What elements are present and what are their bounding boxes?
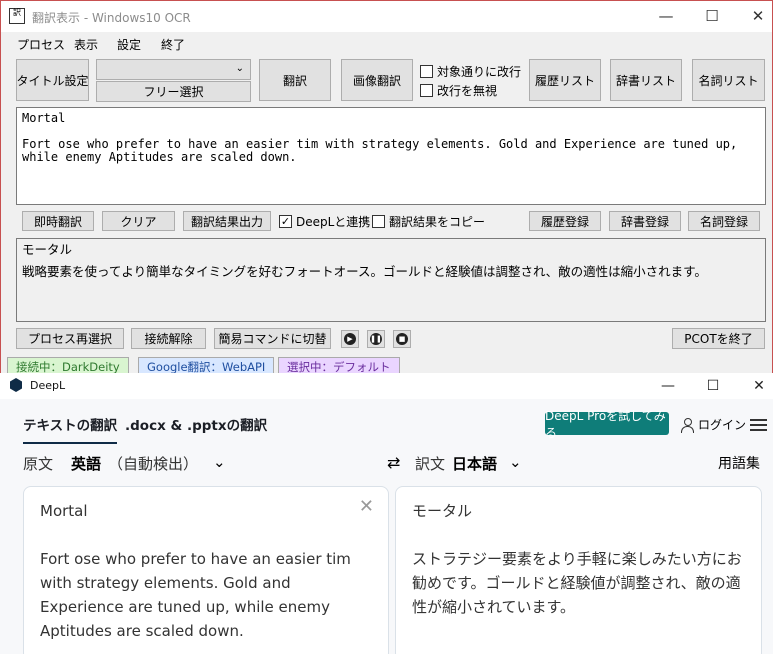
result-textbox[interactable]: モータル 戦略要素を使ってより簡単なタイミングを好むフォートオース。ゴールドと経…	[16, 238, 766, 322]
noun-register-button[interactable]: 名詞登録	[688, 211, 760, 231]
exit-pcot-button[interactable]: PCOTを終了	[672, 328, 765, 349]
target-lang-select[interactable]: 日本語	[452, 453, 497, 474]
simple-command-button[interactable]: 簡易コマンドに切替	[214, 328, 331, 349]
source-lang-prefix: 原文	[23, 455, 54, 473]
chevron-down-icon: ⌄	[235, 63, 244, 74]
status-connected: 接続中：DarkDeity	[7, 357, 129, 373]
deepl-link-label: DeepLと連携	[296, 215, 371, 229]
app-icon: 訳	[9, 8, 25, 24]
target-body: ストラテジー要素をより手軽に楽しみたい方にお勧めです。ゴールドと経験値が調整され…	[412, 550, 742, 616]
target-combo[interactable]: ⌄	[96, 59, 251, 80]
deepl-window-title: DeepL	[30, 379, 66, 392]
close-icon[interactable]: ✕	[736, 373, 773, 399]
play-icon: ▶	[344, 333, 356, 345]
tab-doc-translation[interactable]: .docx & .pptxの翻訳	[125, 414, 267, 434]
history-register-button[interactable]: 履歴登録	[529, 211, 601, 231]
source-title: Mortal	[40, 502, 88, 520]
title-setting-button[interactable]: タイトル設定	[16, 59, 89, 101]
noun-list-button[interactable]: 名詞リスト	[692, 59, 765, 101]
deepl-titlebar: DeepL — ☐ ✕	[0, 373, 773, 399]
user-icon	[680, 417, 694, 433]
menu-settings[interactable]: 設定	[117, 36, 141, 53]
minimize-icon[interactable]: —	[645, 373, 691, 399]
linebreak-label: 対象通りに改行	[437, 65, 522, 79]
translate-button[interactable]: 翻訳	[259, 59, 331, 101]
clear-icon[interactable]: ✕	[359, 495, 374, 519]
chevron-down-icon[interactable]: ⌄	[509, 453, 522, 471]
source-line-body: Fort ose who prefer to have an easier ti…	[22, 137, 745, 164]
menu-process[interactable]: プロセス	[17, 36, 65, 53]
checkbox-box	[372, 215, 385, 228]
maximize-icon[interactable]: ☐	[689, 1, 735, 32]
reselect-process-button[interactable]: プロセス再選択	[16, 328, 124, 349]
source-line-title: Mortal	[22, 111, 66, 125]
check-icon: ✓	[279, 215, 292, 228]
checkbox-box	[420, 65, 433, 78]
linebreak-checkbox[interactable]: 対象通りに改行	[420, 63, 521, 80]
disconnect-button[interactable]: 接続解除	[131, 328, 206, 349]
menu-icon[interactable]	[750, 419, 767, 431]
play-button[interactable]: ▶	[341, 330, 359, 348]
output-result-button[interactable]: 翻訳結果出力	[183, 211, 271, 231]
deepl-logo-icon	[10, 378, 22, 392]
ignore-linebreak-checkbox[interactable]: 改行を無視	[420, 82, 497, 99]
minimize-icon[interactable]: —	[643, 1, 689, 32]
image-translate-button[interactable]: 画像翻訳	[341, 59, 413, 101]
pause-button[interactable]: ❚❚	[367, 330, 385, 348]
source-panel[interactable]: ✕ Mortal Fort ose who prefer to have an …	[23, 486, 389, 654]
copy-result-checkbox[interactable]: 翻訳結果をコピー	[372, 213, 485, 230]
try-pro-button[interactable]: DeepL Proを試してみる	[545, 409, 669, 440]
menu-bar: プロセス 表示 設定 終了	[1, 32, 772, 54]
instant-translate-button[interactable]: 即時翻訳	[22, 211, 94, 231]
status-translator: Google翻訳：WebAPI	[138, 357, 275, 373]
free-select-button[interactable]: フリー選択	[96, 81, 251, 102]
menu-exit[interactable]: 終了	[161, 36, 185, 53]
dict-register-button[interactable]: 辞書登録	[609, 211, 681, 231]
swap-icon[interactable]: ⇄	[387, 453, 400, 472]
login-button[interactable]: ログイン	[680, 416, 746, 433]
source-lang-detect: （自動検出）	[108, 455, 199, 473]
clear-button[interactable]: クリア	[102, 211, 175, 231]
tab-text-translation[interactable]: テキストの翻訳	[23, 414, 118, 444]
ocr-window: 訳 翻訳表示 - Windows10 OCR — ☐ ✕ プロセス 表示 設定 …	[0, 0, 773, 373]
copy-result-label: 翻訳結果をコピー	[389, 215, 486, 229]
pause-icon: ❚❚	[370, 333, 382, 345]
checkbox-box	[420, 84, 433, 97]
result-line-title: モータル	[22, 242, 73, 257]
menu-view[interactable]: 表示	[74, 36, 98, 53]
target-lang-prefix: 訳文	[415, 455, 446, 473]
target-panel: モータル ストラテジー要素をより手軽に楽しみたい方にお勧めです。ゴールドと経験値…	[395, 486, 762, 654]
dict-list-button[interactable]: 辞書リスト	[610, 59, 682, 101]
chevron-down-icon[interactable]: ⌄	[213, 453, 226, 471]
target-title: モータル	[412, 502, 473, 520]
maximize-icon[interactable]: ☐	[690, 373, 736, 399]
stop-button[interactable]: ■	[393, 330, 411, 348]
glossary-button[interactable]: 用語集	[718, 453, 760, 473]
deepl-window: DeepL — ☐ ✕ テキストの翻訳 .docx & .pptxの翻訳 Dee…	[0, 373, 773, 654]
result-line-body: 戦略要素を使ってより簡単なタイミングを好むフォートオース。ゴールドと経験値は調整…	[22, 264, 707, 279]
login-label: ログイン	[698, 418, 747, 432]
close-icon[interactable]: ✕	[735, 1, 772, 32]
source-textbox[interactable]: Mortal Fort ose who prefer to have an ea…	[16, 107, 766, 205]
language-bar: 原文 英語 （自動検出） ⌄ ⇄ 訳文 日本語 ⌄ 用語集	[0, 447, 773, 483]
deepl-nav: テキストの翻訳 .docx & .pptxの翻訳 DeepL Proを試してみる…	[0, 399, 773, 447]
window-title: 翻訳表示 - Windows10 OCR	[32, 11, 191, 25]
ignore-linebreak-label: 改行を無視	[437, 84, 498, 98]
history-list-button[interactable]: 履歴リスト	[529, 59, 601, 101]
stop-icon: ■	[396, 333, 408, 345]
ocr-titlebar: 訳 翻訳表示 - Windows10 OCR — ☐ ✕	[1, 1, 772, 32]
source-body: Fort ose who prefer to have an easier ti…	[40, 550, 351, 640]
status-selection: 選択中：デフォルト	[278, 357, 400, 373]
source-lang-select[interactable]: 英語	[71, 453, 101, 474]
deepl-link-checkbox[interactable]: ✓ DeepLと連携	[279, 213, 370, 230]
